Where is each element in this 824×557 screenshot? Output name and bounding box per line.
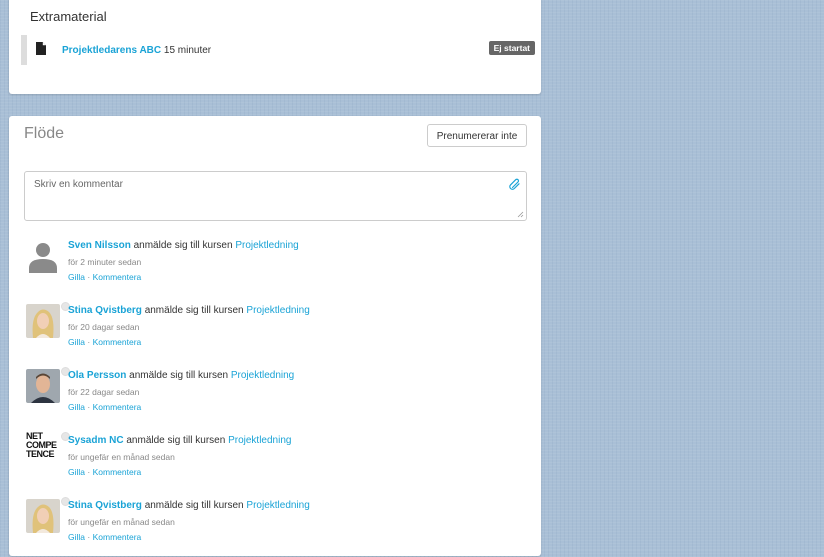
timestamp: för ungefär en månad sedan	[68, 452, 175, 462]
resize-grip-icon[interactable]	[517, 211, 524, 218]
extramaterial-title: Extramaterial	[30, 9, 107, 24]
feed-item: Ola Persson anmälde sig till kursen Proj…	[24, 367, 524, 427]
comment-link[interactable]: Kommentera	[93, 467, 142, 477]
comment-link[interactable]: Kommentera	[93, 532, 142, 542]
comment-link[interactable]: Kommentera	[93, 337, 142, 347]
feed-item: NET COMPE TENCE Sysadm NC anmälde sig ti…	[24, 432, 524, 492]
separator: ·	[87, 402, 91, 412]
user-link[interactable]: Stina Qvistberg	[68, 305, 142, 316]
comment-placeholder: Skriv en kommentar	[34, 179, 123, 190]
user-link[interactable]: Sven Nilsson	[68, 240, 131, 251]
comment-input[interactable]: Skriv en kommentar	[24, 171, 527, 221]
course-link[interactable]: Projektledning	[228, 435, 291, 446]
like-link[interactable]: Gilla	[68, 272, 85, 282]
avatar[interactable]	[26, 369, 60, 403]
avatar[interactable]	[26, 499, 60, 533]
feed-title: Flöde	[24, 125, 65, 142]
like-link[interactable]: Gilla	[68, 467, 85, 477]
paperclip-icon[interactable]	[509, 178, 521, 190]
separator: ·	[87, 532, 91, 542]
user-link[interactable]: Sysadm NC	[68, 435, 124, 446]
timestamp: för ungefär en månad sedan	[68, 517, 175, 527]
extramaterial-panel: Extramaterial Projektledarens ABC 15 min…	[9, 0, 541, 94]
course-link[interactable]: Projektledning	[246, 500, 309, 511]
activity-text: anmälde sig till kursen	[126, 435, 226, 446]
feed-item: Sven Nilsson anmälde sig till kursen Pro…	[24, 237, 524, 297]
subscribe-button[interactable]: Prenumererar inte	[427, 124, 527, 147]
extramaterial-item-link[interactable]: Projektledarens ABC 15 minuter	[62, 45, 211, 56]
course-link[interactable]: Projektledning	[235, 240, 298, 251]
course-link[interactable]: Projektledning	[246, 305, 309, 316]
activity-text: anmälde sig till kursen	[133, 240, 233, 251]
netcompetence-logo[interactable]: NET COMPE TENCE	[26, 432, 62, 468]
timestamp: för 20 dagar sedan	[68, 322, 140, 332]
activity-text: anmälde sig till kursen	[144, 500, 244, 511]
activity-text: anmälde sig till kursen	[129, 370, 229, 381]
feed-item: Stina Qvistberg anmälde sig till kursen …	[24, 302, 524, 362]
like-link[interactable]: Gilla	[68, 337, 85, 347]
default-avatar-icon	[29, 243, 57, 273]
user-link[interactable]: Ola Persson	[68, 370, 126, 381]
avatar[interactable]	[26, 304, 60, 338]
separator: ·	[87, 337, 91, 347]
comment-link[interactable]: Kommentera	[93, 402, 142, 412]
activity-text: anmälde sig till kursen	[144, 305, 244, 316]
feed-item: Stina Qvistberg anmälde sig till kursen …	[24, 497, 524, 557]
feed-panel: Flöde Prenumererar inte Skriv en komment…	[9, 116, 541, 556]
user-link[interactable]: Stina Qvistberg	[68, 500, 142, 511]
document-icon	[36, 42, 46, 55]
like-link[interactable]: Gilla	[68, 532, 85, 542]
course-link[interactable]: Projektledning	[231, 370, 294, 381]
timestamp: för 2 minuter sedan	[68, 257, 142, 267]
comment-link[interactable]: Kommentera	[93, 272, 142, 282]
extramaterial-item: Projektledarens ABC 15 minuter Ej starta…	[21, 35, 535, 65]
timestamp: för 22 dagar sedan	[68, 387, 140, 397]
separator: ·	[87, 272, 91, 282]
separator: ·	[87, 467, 91, 477]
extramaterial-item-duration: 15 minuter	[163, 45, 212, 56]
status-badge: Ej startat	[488, 41, 535, 55]
like-link[interactable]: Gilla	[68, 402, 85, 412]
